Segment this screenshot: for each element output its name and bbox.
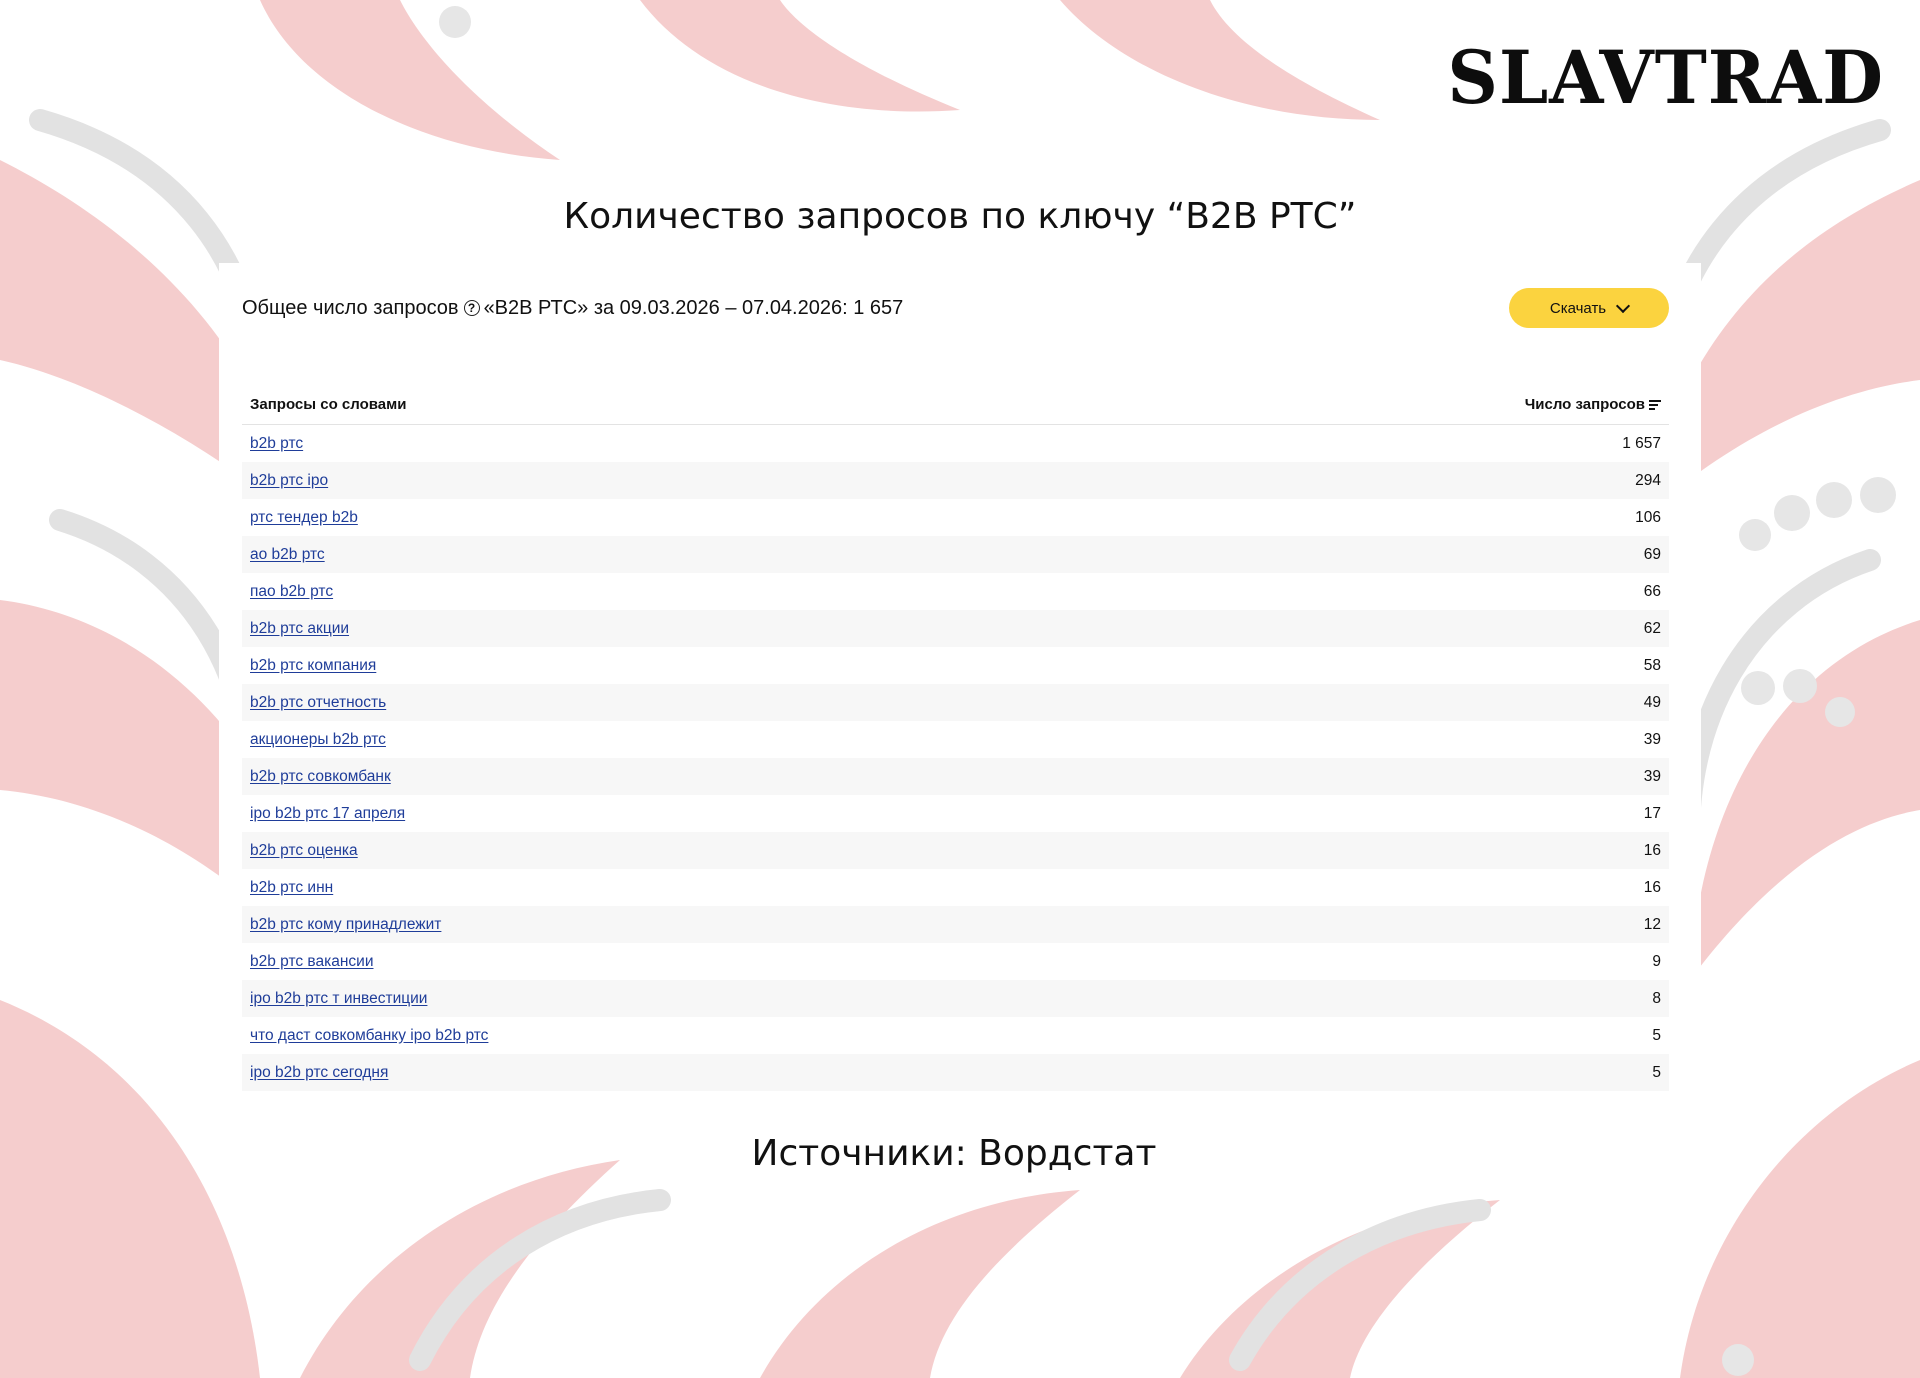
query-link[interactable]: b2b ртс совкомбанк (250, 768, 391, 785)
table-row: b2b ртс оценка 16 (242, 832, 1669, 869)
table-row: ртс тендер b2b 106 (242, 499, 1669, 536)
sort-icon[interactable] (1649, 398, 1661, 412)
source-caption: Источники: Вордстат (751, 1133, 1157, 1174)
wordstat-panel: Общее число запросов ? «B2B РТС» за 09.0… (219, 263, 1701, 1115)
table-row: ipo b2b ртс сегодня 5 (242, 1054, 1669, 1091)
query-count: 39 (1134, 758, 1669, 795)
panel-header: Общее число запросов ? «B2B РТС» за 09.0… (242, 283, 1669, 333)
download-button-label: Скачать (1549, 299, 1607, 317)
slavtrad-logo: SLAVTRAD (1447, 33, 1884, 122)
query-count: 58 (1643, 656, 1661, 674)
table-row: b2b ртс ipo 294 (242, 462, 1669, 499)
query-count: 8 (1134, 980, 1669, 1017)
query-link[interactable]: ipo b2b ртс 17 апреля (250, 805, 405, 822)
query-link[interactable]: акционеры b2b ртс (250, 731, 386, 748)
table-row: b2b ртс компания 58 (242, 647, 1669, 684)
query-link[interactable]: b2b ртс оценка (250, 842, 358, 859)
question-help-icon[interactable]: ? (463, 300, 480, 316)
query-count: 294 (1134, 462, 1669, 499)
chevron-down-icon (1616, 298, 1631, 313)
table-row: b2b ртс инн 16 (242, 869, 1669, 906)
queries-table: Запросы со словами Число запросов b2b рт… (242, 385, 1669, 1091)
query-count: 69 (1134, 536, 1669, 573)
query-count: 12 (1134, 906, 1669, 943)
column-header-count[interactable]: Число запросов (1134, 385, 1669, 425)
table-row: ipo b2b ртс т инвестиции 8 (242, 980, 1669, 1017)
query-count: 49 (1134, 684, 1669, 721)
query-link[interactable]: ртс тендер b2b (250, 509, 358, 526)
query-link[interactable]: b2b ртс вакансии (250, 953, 373, 970)
query-count: 106 (1635, 508, 1661, 526)
total-requests-summary: Общее число запросов ? «B2B РТС» за 09.0… (242, 297, 903, 320)
table-row: что даст совкомбанку ipo b2b ртс 5 (242, 1017, 1669, 1054)
query-link[interactable]: b2b ртс (250, 435, 303, 452)
query-count: 16 (1643, 878, 1661, 896)
query-count: 5 (1134, 1054, 1669, 1091)
query-link[interactable]: ао b2b ртс (250, 546, 325, 563)
query-count: 1 657 (1622, 434, 1661, 452)
query-link[interactable]: b2b ртс отчетность (250, 694, 386, 711)
table-row: b2b ртс отчетность 49 (242, 684, 1669, 721)
query-link[interactable]: b2b ртс ipo (250, 472, 328, 489)
table-header-row: Запросы со словами Число запросов (242, 385, 1669, 425)
query-count: 16 (1134, 832, 1669, 869)
query-link[interactable]: b2b ртс акции (250, 620, 349, 637)
table-row: b2b ртс кому принадлежит 12 (242, 906, 1669, 943)
table-row: ао b2b ртс 69 (242, 536, 1669, 573)
query-count: 66 (1643, 582, 1661, 600)
table-row: b2b ртс совкомбанк 39 (242, 758, 1669, 795)
query-link[interactable]: пао b2b ртс (250, 583, 333, 600)
column-header-queries: Запросы со словами (242, 385, 1135, 425)
table-row: b2b ртс вакансии 9 (242, 943, 1669, 980)
query-link[interactable]: b2b ртс компания (250, 657, 376, 674)
table-row: b2b ртс 1 657 (242, 425, 1669, 463)
query-link[interactable]: что даст совкомбанку ipo b2b ртс (250, 1027, 488, 1044)
table-row: пао b2b ртс 66 (242, 573, 1669, 610)
query-link[interactable]: b2b ртс инн (250, 879, 333, 896)
download-button[interactable]: Скачать (1509, 288, 1669, 328)
query-count: 39 (1643, 730, 1661, 748)
query-link[interactable]: ipo b2b ртс т инвестиции (250, 990, 427, 1007)
query-count: 5 (1652, 1026, 1661, 1044)
query-count: 62 (1134, 610, 1669, 647)
slide-title: Количество запросов по ключу “B2B РТС” (563, 196, 1357, 237)
query-count: 17 (1643, 804, 1661, 822)
query-link[interactable]: b2b ртс кому принадлежит (250, 916, 441, 933)
summary-prefix: Общее число запросов (242, 296, 459, 319)
query-link[interactable]: ipo b2b ртс сегодня (250, 1064, 388, 1081)
table-row: акционеры b2b ртс 39 (242, 721, 1669, 758)
table-row: b2b ртс акции 62 (242, 610, 1669, 647)
summary-suffix: «B2B РТС» за 09.03.2026 – 07.04.2026: 1 … (483, 296, 904, 319)
table-row: ipo b2b ртс 17 апреля 17 (242, 795, 1669, 832)
query-count: 9 (1652, 952, 1661, 970)
